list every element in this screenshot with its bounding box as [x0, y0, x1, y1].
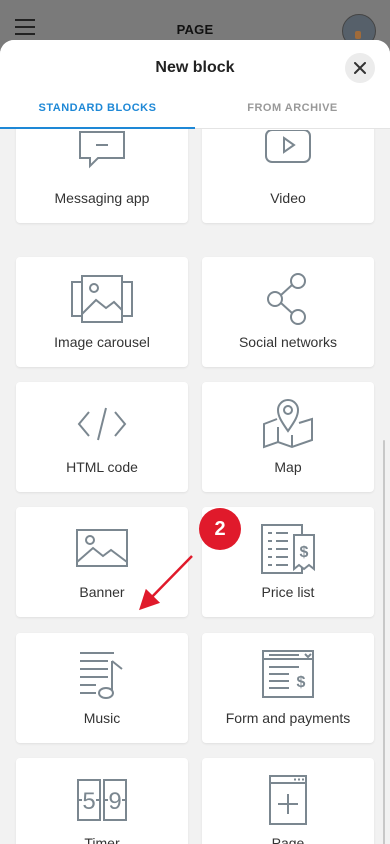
block-label: Page [271, 835, 305, 844]
image-carousel-icon [16, 271, 188, 327]
close-button[interactable] [345, 53, 375, 83]
new-block-sheet: New block STANDARD BLOCKS FROM ARCHIVE M… [0, 40, 390, 844]
block-label: HTML code [66, 459, 138, 475]
block-label: Map [274, 459, 302, 475]
sheet-header: New block [0, 40, 390, 88]
block-label: Banner [79, 584, 125, 600]
code-icon [16, 396, 188, 452]
block-map[interactable]: Map [202, 382, 374, 492]
music-icon [16, 647, 188, 703]
page-title: PAGE [176, 22, 214, 37]
block-label: Messaging app [54, 190, 150, 206]
block-timer[interactable]: 59 Timer [16, 758, 188, 844]
block-label: Video [270, 190, 306, 206]
block-social-networks[interactable]: Social networks [202, 257, 374, 367]
svg-text:$: $ [300, 544, 309, 561]
svg-text:5: 5 [82, 788, 95, 815]
block-label: Music [83, 710, 121, 726]
block-image-carousel[interactable]: Image carousel [16, 257, 188, 367]
block-video[interactable]: Video [202, 129, 374, 223]
close-icon [354, 62, 366, 74]
block-messaging-app[interactable]: Messaging app [16, 129, 188, 223]
add-page-icon [202, 772, 374, 828]
block-music[interactable]: Music [16, 633, 188, 743]
video-icon [202, 129, 374, 183]
block-label: Price list [261, 584, 315, 600]
block-form-and-payments[interactable]: $ Form and payments [202, 633, 374, 743]
block-html-code[interactable]: HTML code [16, 382, 188, 492]
block-label: Image carousel [54, 334, 150, 350]
block-page[interactable]: Page [202, 758, 374, 844]
svg-text:$: $ [297, 674, 306, 691]
tab-standard-blocks[interactable]: STANDARD BLOCKS [0, 88, 195, 129]
block-grid: Messaging app Video Image carousel Socia… [0, 129, 390, 844]
sheet-title: New block [155, 59, 235, 76]
block-label: Form and payments [225, 710, 351, 726]
step-badge: 2 [199, 508, 241, 550]
form-payment-icon: $ [202, 647, 374, 703]
tab-from-archive[interactable]: FROM ARCHIVE [195, 88, 390, 128]
block-banner[interactable]: Banner [16, 507, 188, 617]
map-pin-icon [202, 396, 374, 452]
chat-icon [16, 129, 188, 183]
svg-text:9: 9 [108, 788, 121, 815]
share-icon [202, 271, 374, 327]
tab-bar: STANDARD BLOCKS FROM ARCHIVE [0, 88, 390, 129]
block-label: Timer [84, 835, 120, 844]
block-label: Social networks [238, 334, 338, 350]
timer-icon: 59 [16, 772, 188, 828]
banner-image-icon [16, 521, 188, 577]
scrollbar[interactable] [383, 440, 385, 844]
